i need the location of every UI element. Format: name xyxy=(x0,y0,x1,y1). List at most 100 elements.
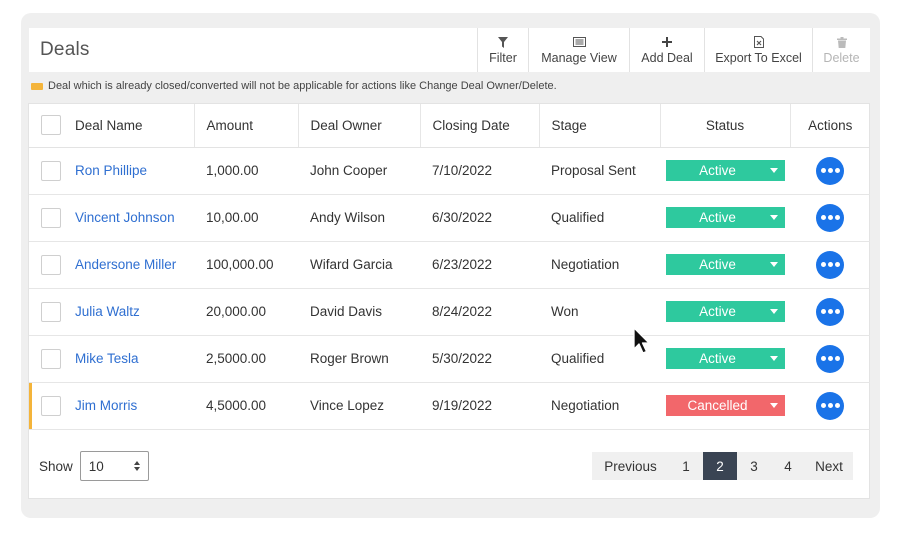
table-footer: Show 10 Previous 1 2 3 4 Next xyxy=(29,439,870,489)
status-dropdown[interactable]: Active xyxy=(665,160,785,181)
stage-cell: Qualified xyxy=(539,194,660,242)
select-arrows-icon xyxy=(133,461,140,471)
deal-owner-cell: John Cooper xyxy=(298,147,420,195)
status-cell: Cancelled xyxy=(660,382,790,430)
deals-table: Deal Name Amount Deal Owner Closing Date… xyxy=(29,104,870,430)
deal-owner-cell: Roger Brown xyxy=(298,335,420,383)
status-dropdown[interactable]: Active xyxy=(665,348,785,369)
deal-name-cell: Andersone Miller xyxy=(29,241,194,289)
deal-name-cell: Julia Waltz xyxy=(29,288,194,336)
deal-name-link[interactable]: Andersone Miller xyxy=(75,257,176,272)
row-checkbox[interactable] xyxy=(41,395,61,416)
deal-owner-cell: David Davis xyxy=(298,288,420,336)
closing-date-cell: 7/10/2022 xyxy=(420,147,539,195)
manage-view-label: Manage View xyxy=(541,51,617,65)
closing-date-cell: 5/30/2022 xyxy=(420,335,539,383)
page-1-button[interactable]: 1 xyxy=(669,452,703,480)
show-label: Show xyxy=(39,458,73,474)
status-dropdown[interactable]: Active xyxy=(665,254,785,275)
row-checkbox[interactable] xyxy=(41,207,61,228)
caret-down-icon xyxy=(769,262,778,267)
column-header-actions: Actions xyxy=(790,104,870,148)
pagination: Previous 1 2 3 4 Next xyxy=(592,452,853,480)
more-actions-icon[interactable] xyxy=(816,203,844,232)
status-cell: Active xyxy=(660,241,790,289)
status-dropdown[interactable]: Cancelled xyxy=(665,395,785,416)
more-actions-icon[interactable] xyxy=(816,391,844,420)
closing-date-cell: 6/23/2022 xyxy=(420,241,539,289)
more-actions-icon[interactable] xyxy=(816,297,844,326)
table-header-row: Deal Name Amount Deal Owner Closing Date… xyxy=(29,104,870,148)
row-checkbox[interactable] xyxy=(41,254,61,275)
amount-cell: 10,00.00 xyxy=(194,194,298,242)
closed-deal-legend-swatch xyxy=(31,82,43,90)
more-actions-icon[interactable] xyxy=(816,250,844,279)
status-label: Cancelled xyxy=(687,398,748,413)
status-dropdown[interactable]: Active xyxy=(665,207,785,228)
caret-down-icon xyxy=(769,356,778,361)
row-checkbox[interactable] xyxy=(41,160,61,181)
column-header-stage[interactable]: Stage xyxy=(539,104,661,148)
table-row: Andersone Miller 100,000.00 Wifard Garcia 6… xyxy=(29,241,870,289)
deal-owner-cell: Wifard Garcia xyxy=(298,241,420,289)
actions-cell xyxy=(790,288,870,336)
row-checkbox[interactable] xyxy=(41,348,61,369)
more-actions-icon[interactable] xyxy=(816,344,844,373)
closing-date-cell: 9/19/2022 xyxy=(420,382,539,430)
actions-cell xyxy=(790,241,870,289)
column-header-status[interactable]: Status xyxy=(660,104,791,148)
export-to-excel-label: Export To Excel xyxy=(715,51,802,65)
actions-cell xyxy=(790,335,870,383)
delete-button[interactable]: Delete xyxy=(812,28,870,72)
deal-name-link[interactable]: Jim Morris xyxy=(75,398,137,413)
page-2-button[interactable]: 2 xyxy=(703,452,737,480)
stage-cell: Proposal Sent xyxy=(539,147,660,195)
next-page-button[interactable]: Next xyxy=(805,452,853,480)
column-header-deal-owner[interactable]: Deal Owner xyxy=(298,104,421,148)
amount-cell: 1,000.00 xyxy=(194,147,298,195)
filter-button[interactable]: Filter xyxy=(477,28,528,72)
row-checkbox[interactable] xyxy=(41,301,61,322)
list-view-icon xyxy=(572,35,586,49)
deal-name-link[interactable]: Ron Phillipe xyxy=(75,163,147,178)
closed-deal-notice: Deal which is already closed/converted w… xyxy=(31,80,557,92)
excel-file-icon xyxy=(753,35,764,49)
deal-name-link[interactable]: Julia Waltz xyxy=(75,304,140,319)
page-size-control: Show 10 xyxy=(39,451,149,481)
page-4-button[interactable]: 4 xyxy=(771,452,805,480)
closing-date-cell: 8/24/2022 xyxy=(420,288,539,336)
caret-down-icon xyxy=(769,309,778,314)
export-to-excel-button[interactable]: Export To Excel xyxy=(704,28,812,72)
add-deal-button[interactable]: Add Deal xyxy=(629,28,704,72)
table-row: Vincent Johnson 10,00.00 Andy Wilson 6/30/2… xyxy=(29,194,870,242)
closing-date-cell: 6/30/2022 xyxy=(420,194,539,242)
column-header-closing-date[interactable]: Closing Date xyxy=(420,104,540,148)
stage-cell: Negotiation xyxy=(539,241,660,289)
plus-icon xyxy=(662,35,672,49)
status-dropdown[interactable]: Active xyxy=(665,301,785,322)
page-3-button[interactable]: 3 xyxy=(737,452,771,480)
actions-cell xyxy=(790,382,870,430)
status-cell: Active xyxy=(660,288,790,336)
status-label: Active xyxy=(699,304,736,319)
add-deal-label: Add Deal xyxy=(641,51,693,65)
deal-name-cell: Mike Tesla xyxy=(29,335,194,383)
table-row: Ron Phillipe 1,000.00 John Cooper 7/10/2022… xyxy=(29,147,870,195)
deal-name-link[interactable]: Mike Tesla xyxy=(75,351,139,366)
table-body: Ron Phillipe 1,000.00 John Cooper 7/10/2022… xyxy=(29,147,870,430)
status-label: Active xyxy=(699,163,736,178)
more-actions-icon[interactable] xyxy=(816,156,844,185)
manage-view-button[interactable]: Manage View xyxy=(528,28,629,72)
delete-label: Delete xyxy=(823,51,860,65)
filter-label: Filter xyxy=(489,51,517,65)
column-header-amount[interactable]: Amount xyxy=(194,104,299,148)
deal-name-cell: Ron Phillipe xyxy=(29,147,194,195)
table-row: Mike Tesla 2,5000.00 Roger Brown 5/30/2022 Q… xyxy=(29,335,870,383)
select-all-checkbox[interactable] xyxy=(41,115,61,136)
caret-down-icon xyxy=(769,403,778,408)
deals-table-panel: Deal Name Amount Deal Owner Closing Date… xyxy=(28,103,870,499)
column-header-deal-name: Deal Name xyxy=(29,104,195,148)
deal-name-link[interactable]: Vincent Johnson xyxy=(75,210,175,225)
page-size-select[interactable]: 10 xyxy=(79,451,149,481)
previous-page-button[interactable]: Previous xyxy=(592,452,669,480)
